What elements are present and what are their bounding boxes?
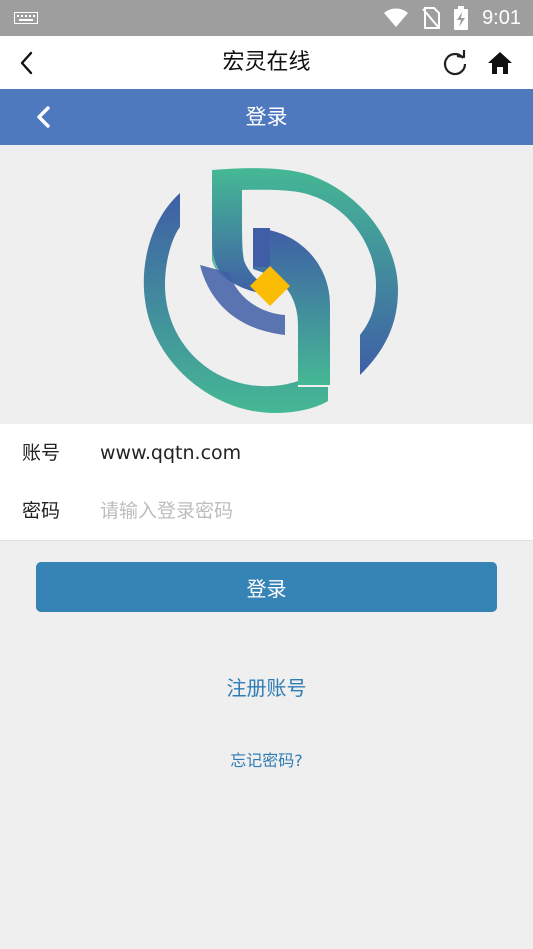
login-button[interactable]: 登录 [36,562,497,612]
battery-charging-icon [454,6,469,30]
back-chevron-icon[interactable] [30,103,58,131]
app-logo [143,168,398,413]
refresh-icon[interactable] [441,49,469,77]
status-bar: 9:01 [0,0,533,36]
password-input[interactable] [100,491,510,531]
no-sim-icon [422,7,441,29]
app-bar: 宏灵在线 [0,36,533,89]
password-label: 密码 [22,500,61,522]
register-link[interactable]: 注册账号 [0,672,533,701]
page-header: 登录 [0,89,533,145]
keyboard-icon [14,12,38,24]
wifi-icon [384,8,409,27]
page-title: 登录 [245,105,288,129]
account-label: 账号 [22,442,61,464]
account-row: 账号 [0,424,533,483]
password-row: 密码 [0,482,533,541]
forgot-password-link[interactable]: 忘记密码? [0,747,533,771]
status-time: 9:01 [482,6,521,29]
home-icon[interactable] [486,49,514,77]
account-input[interactable] [100,433,510,473]
back-arrow-icon[interactable] [14,49,42,77]
